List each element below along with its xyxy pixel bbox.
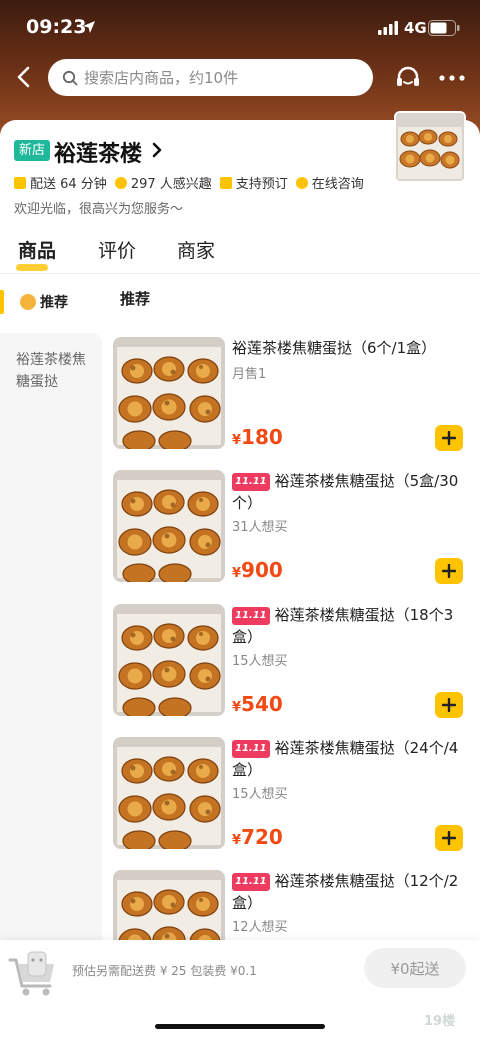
online-consult-label: 在线咨询 <box>311 177 364 192</box>
product-item[interactable]: 11.11 裕莲茶楼焦糖蛋挞（24个/4盒） 15人想买 ¥720 <box>113 737 473 852</box>
promo-tag: 11.11 <box>232 740 270 758</box>
store-welcome-text: 欢迎光临，很高兴为您服务～ <box>14 202 184 217</box>
search-input[interactable]: 搜索店内商品，约10件 <box>48 59 373 96</box>
product-title: 11.11 裕莲茶楼焦糖蛋挞（18个3盒） <box>232 604 468 648</box>
section-title: 推荐 <box>120 290 151 308</box>
customer-service-button[interactable] <box>393 63 423 93</box>
tab-divider <box>0 273 480 274</box>
sidebar-item-label: 推荐 <box>40 295 68 311</box>
price-value: 900 <box>241 558 283 582</box>
network-label: 4G <box>404 19 427 37</box>
product-sales: 15人想买 <box>232 654 288 669</box>
online-consult[interactable]: 在线咨询 <box>295 173 364 192</box>
back-button[interactable] <box>8 60 40 94</box>
product-sales: 12人想买 <box>232 920 288 935</box>
product-price: ¥900 <box>232 558 283 582</box>
product-price: ¥180 <box>232 425 283 449</box>
search-placeholder: 搜索店内商品，约10件 <box>84 69 239 87</box>
delivery-time: 配送 64 分钟 <box>14 173 107 192</box>
promo-tag: 11.11 <box>232 607 270 625</box>
more-dots-icon <box>439 75 465 81</box>
sidebar-item-recommend[interactable]: 推荐 <box>0 277 102 327</box>
signal-icon <box>378 21 398 35</box>
tab-merchant[interactable]: 商家 <box>177 236 215 263</box>
promo-tag: 11.11 <box>232 473 270 491</box>
search-icon <box>62 70 78 85</box>
product-item[interactable]: 11.11 裕莲茶楼焦糖蛋挞（18个3盒） 15人想买 ¥540 <box>113 604 473 719</box>
promo-tag: 11.11 <box>232 873 270 891</box>
product-title: 裕莲茶楼焦糖蛋挞（6个/1盒） <box>232 337 468 359</box>
product-price: ¥540 <box>232 692 283 716</box>
plus-icon <box>442 698 456 712</box>
price-value: 540 <box>241 692 283 716</box>
price-value: 720 <box>241 825 283 849</box>
currency-symbol: ¥ <box>232 433 242 448</box>
sidebar-item-egg-tart[interactable]: 裕莲茶楼焦糖蛋挞 <box>0 333 102 943</box>
egg-tart-image[interactable] <box>113 737 225 849</box>
plus-icon <box>442 564 456 578</box>
egg-tart-image[interactable] <box>113 470 225 582</box>
new-store-badge: 新店 <box>14 140 51 161</box>
product-title: 11.11 裕莲茶楼焦糖蛋挞（5盒/30个） <box>232 470 468 514</box>
add-to-cart-button[interactable] <box>435 825 463 851</box>
product-title: 11.11 裕莲茶楼焦糖蛋挞（12个/2盒） <box>232 870 468 914</box>
reserve-support: 支持预订 <box>219 173 288 192</box>
store-thumbnail[interactable] <box>394 111 466 183</box>
add-to-cart-button[interactable] <box>435 425 463 451</box>
reserve-support-label: 支持预订 <box>235 177 288 192</box>
store-tabs: 商品 评价 商家 <box>0 236 480 276</box>
battery-icon <box>428 20 460 36</box>
product-price: ¥720 <box>232 825 283 849</box>
currency-symbol: ¥ <box>232 833 242 848</box>
store-info-row: 配送 64 分钟 297 人感兴趣 支持预订 在线咨询 <box>14 173 372 192</box>
status-time: 09:23 <box>26 16 87 38</box>
checkout-button[interactable]: ¥0起送 <box>364 948 466 988</box>
price-value: 180 <box>241 425 283 449</box>
tab-reviews[interactable]: 评价 <box>98 236 136 263</box>
recommend-icon <box>20 294 36 310</box>
egg-tart-image <box>396 113 464 181</box>
plus-icon <box>442 431 456 445</box>
sidebar-item-label: 裕莲茶楼焦糖蛋挞 <box>16 352 86 390</box>
home-indicator[interactable] <box>155 1024 325 1029</box>
add-to-cart-button[interactable] <box>435 692 463 718</box>
product-sales: 31人想买 <box>232 520 288 535</box>
product-title: 11.11 裕莲茶楼焦糖蛋挞（24个/4盒） <box>232 737 468 781</box>
active-category-marker <box>0 290 4 314</box>
delivery-icon <box>14 176 26 189</box>
location-arrow-icon <box>83 21 95 33</box>
watermark-logo: 19楼 <box>424 1014 456 1029</box>
egg-tart-image[interactable] <box>113 337 225 449</box>
add-to-cart-button[interactable] <box>435 558 463 584</box>
plus-icon <box>442 831 456 845</box>
interest-count: 297 人感兴趣 <box>114 173 212 192</box>
back-arrow-icon <box>17 66 30 88</box>
cart-bar: 预估另需配送费 ¥ 25 包装费 ¥0.1 ¥0起送 19楼 <box>0 940 480 1039</box>
product-sales: 月售1 <box>232 367 267 382</box>
currency-symbol: ¥ <box>232 566 242 581</box>
tab-products[interactable]: 商品 <box>18 236 56 263</box>
delivery-time-label: 配送 64 分钟 <box>30 177 107 192</box>
product-title-text: 裕莲茶楼焦糖蛋挞（6个/1盒） <box>232 339 437 357</box>
fee-estimate-text: 预估另需配送费 ¥ 25 包装费 ¥0.1 <box>72 964 257 978</box>
headset-icon <box>397 66 419 86</box>
active-tab-indicator <box>16 264 48 271</box>
chevron-right-icon[interactable] <box>151 141 163 159</box>
more-button[interactable] <box>436 63 468 93</box>
interest-icon <box>114 176 127 189</box>
chat-icon <box>295 176 308 189</box>
currency-symbol: ¥ <box>232 700 242 715</box>
cart-icon[interactable] <box>6 946 60 1000</box>
status-bar: 09:23 4G <box>0 0 480 54</box>
product-item[interactable]: 裕莲茶楼焦糖蛋挞（6个/1盒） 月售1 ¥180 <box>113 337 473 452</box>
category-sidebar: 推荐 裕莲茶楼焦糖蛋挞 <box>0 277 102 943</box>
shopping-cart-icon <box>8 951 54 996</box>
product-sales: 15人想买 <box>232 787 288 802</box>
interest-count-label: 297 人感兴趣 <box>130 177 212 192</box>
reserve-icon <box>219 176 232 189</box>
store-name[interactable]: 裕莲茶楼 <box>54 136 142 168</box>
product-item[interactable]: 11.11 裕莲茶楼焦糖蛋挞（5盒/30个） 31人想买 ¥900 <box>113 470 473 585</box>
egg-tart-image[interactable] <box>113 604 225 716</box>
